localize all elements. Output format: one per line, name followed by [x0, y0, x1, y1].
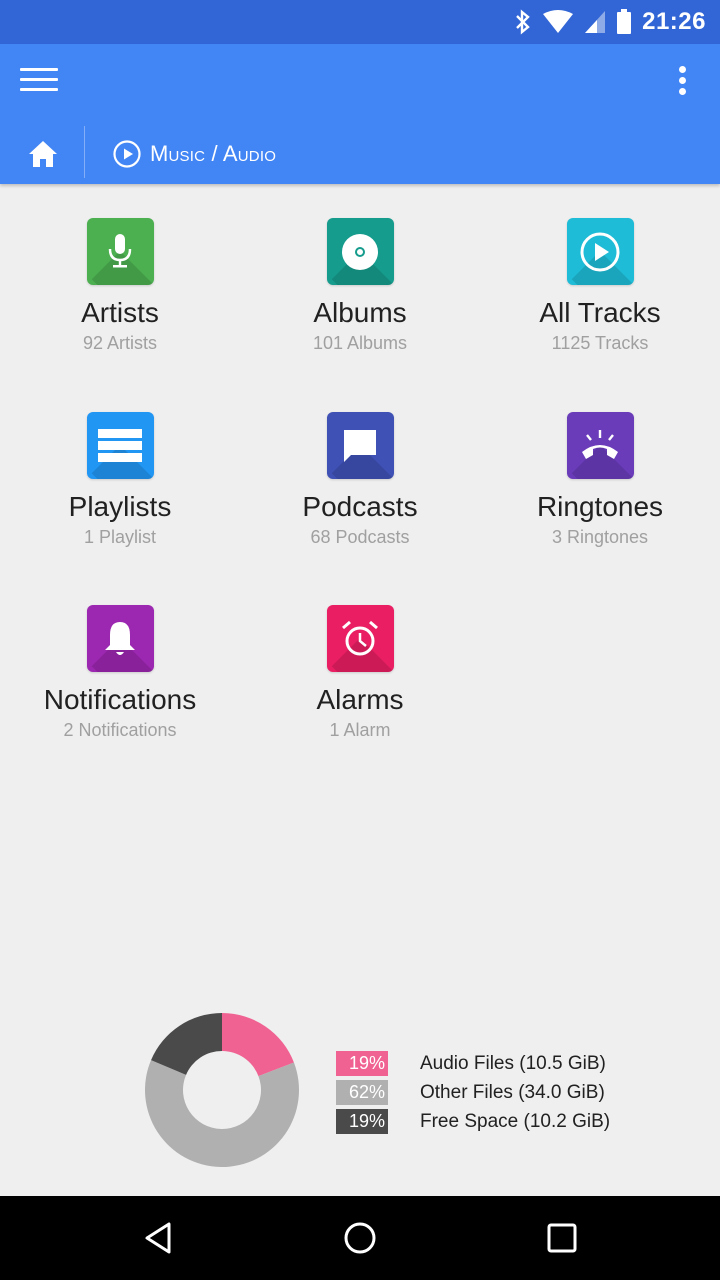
- category-count: 1 Playlist: [83, 527, 157, 547]
- status-bar: 21:26: [0, 0, 720, 44]
- category-count: 1 Alarm: [329, 720, 391, 740]
- category-count: 3 Ringtones: [551, 527, 649, 547]
- home-circle-icon[interactable]: [338, 1216, 382, 1260]
- category-count: 92 Artists: [82, 333, 158, 353]
- legend-item-free: 19% Free Space (10.2 GiB): [336, 1107, 610, 1136]
- storage-usage-chart: 19% Audio Files (10.5 GiB) 62% Other Fil…: [0, 1012, 720, 1172]
- legend-label: Free Space (10.2 GiB): [420, 1110, 611, 1132]
- category-title: Alarms: [316, 684, 404, 715]
- category-notifications[interactable]: Notifications 2 Notifications: [0, 605, 240, 741]
- app-toolbar: Music / Audio: [0, 44, 720, 184]
- alarm-clock-icon: [326, 605, 394, 672]
- category-count: 2 Notifications: [63, 720, 177, 740]
- play-circle-icon: [566, 218, 634, 285]
- back-triangle-icon[interactable]: [136, 1216, 180, 1260]
- category-title: Playlists: [68, 491, 172, 522]
- category-podcasts[interactable]: Podcasts 68 Podcasts: [240, 412, 480, 548]
- wifi-icon: [543, 10, 574, 33]
- bell-icon: [86, 605, 154, 672]
- microphone-icon: [86, 218, 154, 285]
- system-nav-bar: [0, 1196, 720, 1280]
- breadcrumb-divider: [84, 126, 85, 178]
- legend-item-other: 62% Other Files (34.0 GiB): [336, 1078, 610, 1107]
- category-artists[interactable]: Artists 92 Artists: [0, 218, 240, 354]
- breadcrumb: Music / Audio: [0, 126, 720, 184]
- category-count: 68 Podcasts: [310, 527, 410, 547]
- category-all-tracks[interactable]: All Tracks 1125 Tracks: [480, 218, 720, 354]
- breadcrumb-music-audio[interactable]: Music / Audio: [112, 138, 276, 170]
- category-albums[interactable]: Albums 101 Albums: [240, 218, 480, 354]
- status-icons: 21:26: [514, 0, 706, 44]
- bluetooth-icon: [516, 9, 530, 35]
- battery-icon: [617, 9, 632, 34]
- clock: 21:26: [642, 8, 706, 35]
- category-title: Podcasts: [302, 491, 418, 522]
- recents-square-icon[interactable]: [540, 1216, 584, 1260]
- category-title: Albums: [313, 297, 407, 328]
- category-title: Ringtones: [536, 491, 664, 522]
- category-title: All Tracks: [539, 297, 661, 328]
- category-alarms[interactable]: Alarms 1 Alarm: [240, 605, 480, 741]
- breadcrumb-label: Music / Audio: [150, 141, 277, 166]
- legend-label: Other Files (34.0 GiB): [420, 1081, 605, 1103]
- donut-slice-0: [222, 1013, 294, 1077]
- donut-slice-1: [145, 1060, 299, 1167]
- category-ringtones[interactable]: Ringtones 3 Ringtones: [480, 412, 720, 548]
- legend-percent: 62%: [336, 1080, 388, 1105]
- category-title: Notifications: [43, 684, 197, 715]
- ringing-phone-icon: [566, 412, 634, 479]
- category-title: Artists: [81, 297, 159, 328]
- storage-donut: [145, 1013, 299, 1167]
- legend-percent: 19%: [336, 1109, 388, 1134]
- disc-icon: [326, 218, 394, 285]
- home-icon[interactable]: [26, 138, 60, 170]
- category-count: 101 Albums: [312, 333, 408, 353]
- legend-label: Audio Files (10.5 GiB): [420, 1052, 606, 1074]
- category-count: 1125 Tracks: [551, 333, 649, 353]
- chat-bubble-icon: [326, 412, 394, 479]
- play-circle-icon: [113, 140, 141, 168]
- category-playlists[interactable]: Playlists 1 Playlist: [0, 412, 240, 548]
- legend-item-audio: 19% Audio Files (10.5 GiB): [336, 1049, 610, 1078]
- list-icon: [86, 412, 154, 479]
- more-vert-icon[interactable]: [672, 66, 692, 102]
- hamburger-menu-icon[interactable]: [20, 68, 58, 98]
- cell-signal-icon: [585, 11, 606, 33]
- legend-percent: 19%: [336, 1051, 388, 1076]
- storage-legend: 19% Audio Files (10.5 GiB) 62% Other Fil…: [336, 1049, 610, 1136]
